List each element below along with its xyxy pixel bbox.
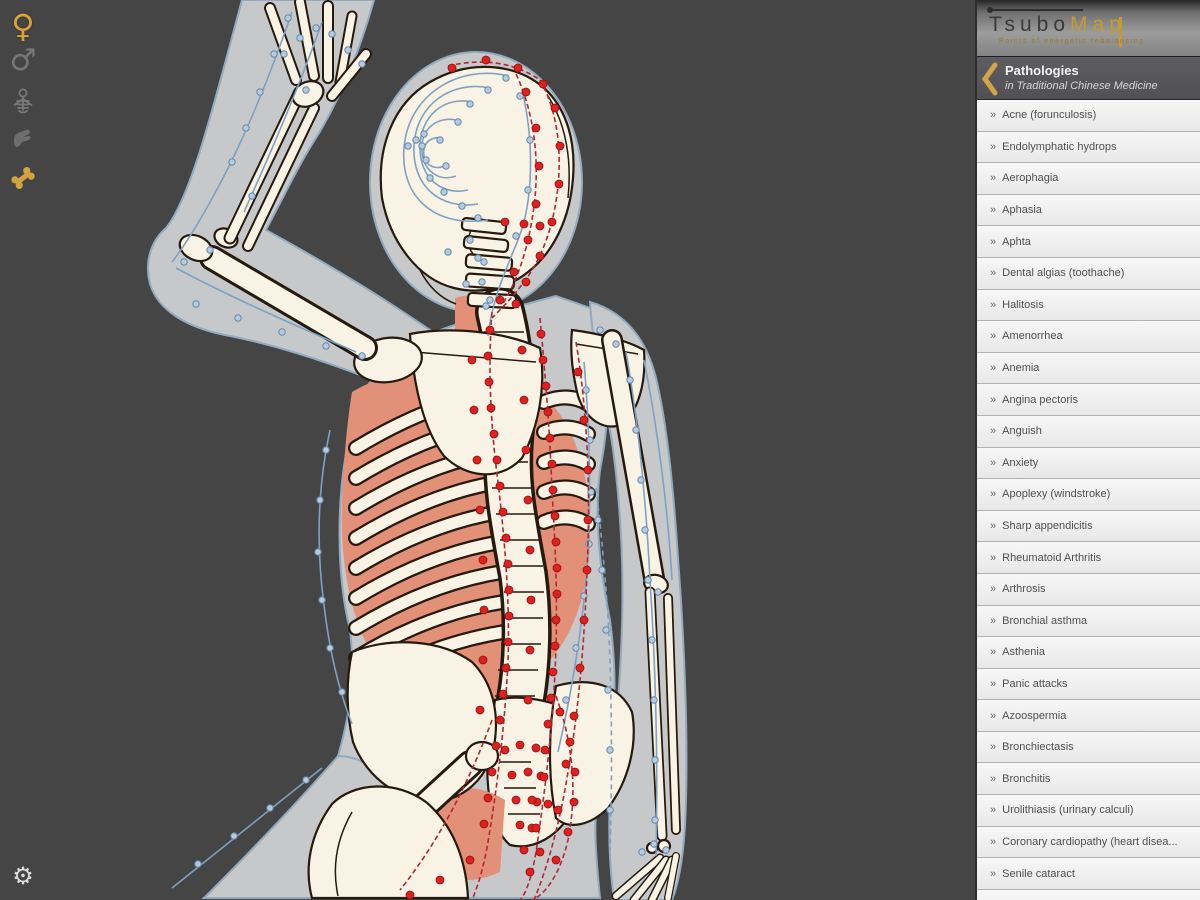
pathology-item[interactable]: » Anemia (977, 352, 1200, 385)
pathology-item[interactable]: » Rheumatoid Arthritis (977, 542, 1200, 574)
pathology-item[interactable]: » Asthenia (977, 637, 1200, 669)
panel-subtitle: in Traditional Chinese Medicine (1005, 80, 1158, 92)
pathology-item[interactable]: » Bronchiectasis (977, 731, 1200, 764)
skeleton-view-button[interactable] (6, 88, 40, 123)
side-panel: TsuboMap Points of energetic rebalancing… (975, 0, 1200, 900)
bone-icon (11, 167, 35, 189)
pathology-item[interactable]: » Endolymphatic hydrops (977, 131, 1200, 164)
pathology-item[interactable]: » Senile cataract (977, 858, 1200, 890)
pathology-item[interactable]: » Anguish (977, 415, 1200, 448)
male-model-button[interactable]: ♂ (6, 46, 40, 76)
female-model-button[interactable]: ♀ (6, 10, 40, 42)
skeleton-icon (13, 88, 33, 114)
pathology-item[interactable]: » Bronchial asthma (977, 605, 1200, 638)
pathology-item[interactable]: » Panic attacks (977, 668, 1200, 701)
back-chevron-icon (981, 62, 998, 96)
pathology-item[interactable]: » Halitosis (977, 289, 1200, 322)
bones-view-button[interactable] (6, 164, 40, 199)
pathology-item-partial[interactable] (977, 889, 1200, 900)
pathology-item[interactable]: » Aphasia (977, 194, 1200, 227)
pathology-list: » Acne (forunculosis)» Endolymphatic hydro… (977, 100, 1200, 900)
pathology-item[interactable]: » Acne (forunculosis) (977, 100, 1200, 132)
app-logo: TsuboMap Points of energetic rebalancing (977, 0, 1200, 57)
pathology-item[interactable]: » Amenorrhea (977, 321, 1200, 353)
pathology-item[interactable]: » Urolithiasis (urinary calculi) (977, 795, 1200, 827)
pathology-item[interactable]: » Azoospermia (977, 700, 1200, 732)
panel-title: Pathologies (1005, 63, 1079, 78)
brand-name-primary: Tsubo (989, 13, 1071, 36)
skeleton-figure[interactable] (0, 0, 975, 900)
logo-tagline: Points of energetic rebalancing (999, 38, 1145, 45)
app-window: ♀ ♂ ⚙ TsuboMap Points of energetic rebal… (0, 0, 1200, 900)
pathology-item[interactable]: » Angina pectoris (977, 384, 1200, 416)
brand-name-accent: Map (1070, 13, 1126, 36)
pathology-item[interactable]: » Dental algias (toothache) (977, 257, 1200, 290)
pathology-item[interactable]: » Sharp appendicitis (977, 510, 1200, 543)
pathology-item[interactable]: » Arthrosis (977, 573, 1200, 606)
pathology-item[interactable]: » Apoplexy (windstroke) (977, 479, 1200, 511)
pathology-item[interactable]: » Coronary cardiopathy (heart disea... (977, 826, 1200, 859)
anatomy-canvas[interactable] (0, 0, 975, 900)
panel-header: Pathologies in Traditional Chinese Medic… (977, 57, 1200, 100)
hand-icon (14, 129, 31, 147)
pathology-item[interactable]: » Aerophagia (977, 163, 1200, 195)
settings-button[interactable]: ⚙ (6, 864, 40, 888)
logo-rule (991, 9, 1083, 11)
muscles-view-button[interactable] (6, 126, 40, 159)
back-button[interactable] (981, 62, 999, 101)
view-toolbar: ♀ ♂ ⚙ (0, 0, 46, 900)
pathology-item[interactable]: » Aphta (977, 226, 1200, 258)
pathology-item[interactable]: » Bronchitis (977, 763, 1200, 796)
pathology-item[interactable]: » Anxiety (977, 447, 1200, 480)
